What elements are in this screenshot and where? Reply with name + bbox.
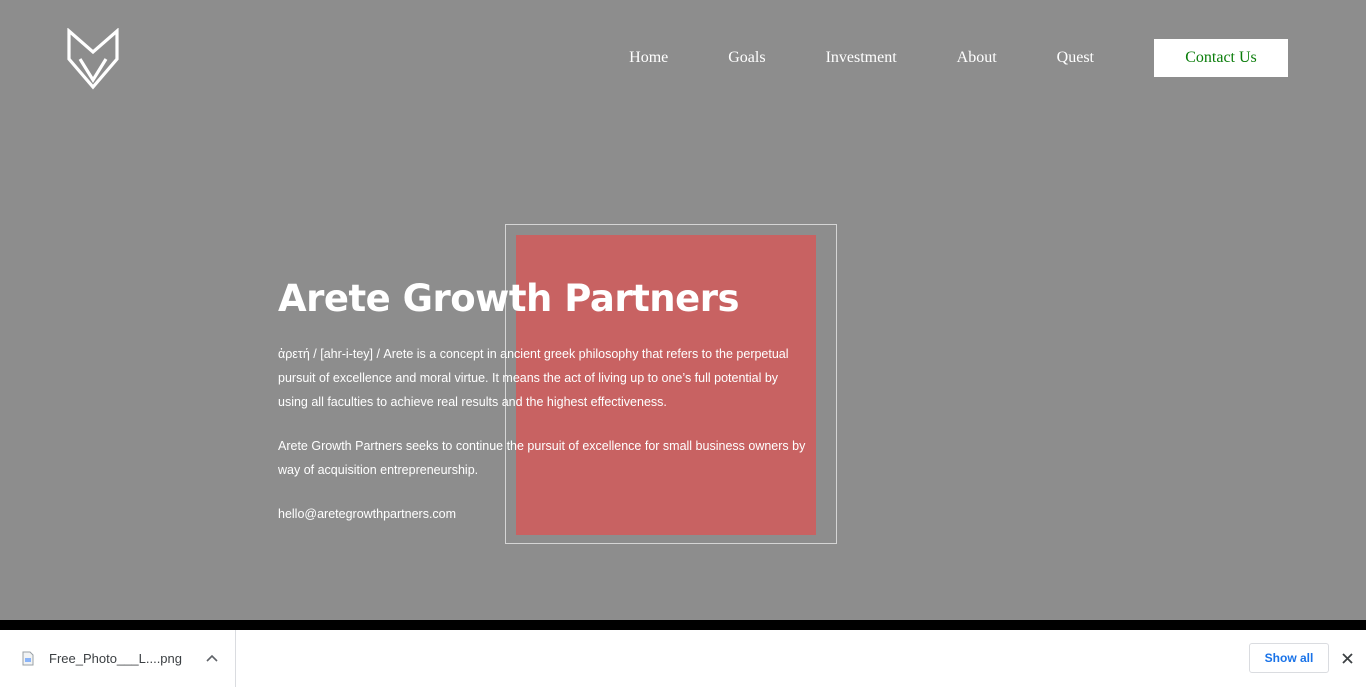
nav-quest[interactable]: Quest xyxy=(1057,39,1094,77)
nav-investment[interactable]: Investment xyxy=(826,39,897,77)
page: Home Goals Investment About Quest Contac… xyxy=(0,0,1366,687)
contact-us-button[interactable]: Contact Us xyxy=(1154,39,1288,77)
close-icon[interactable] xyxy=(1341,652,1354,665)
show-all-button[interactable]: Show all xyxy=(1249,643,1329,673)
contact-email[interactable]: hello@aretegrowthpartners.com xyxy=(278,502,808,526)
page-bottom-bar xyxy=(0,620,1366,630)
hero-section: Arete Growth Partners ἀρετή / [ahr-i-tey… xyxy=(278,276,808,526)
nav-about[interactable]: About xyxy=(957,39,997,77)
nav-goals[interactable]: Goals xyxy=(728,39,765,77)
main-nav: Home Goals Investment About Quest Contac… xyxy=(629,39,1288,77)
download-file-name: Free_Photo___L....png xyxy=(49,651,182,666)
image-file-icon xyxy=(22,651,34,666)
download-item[interactable]: Free_Photo___L....png xyxy=(0,630,236,687)
nav-home[interactable]: Home xyxy=(629,39,668,77)
fox-logo-icon[interactable] xyxy=(66,28,120,90)
hero-title: Arete Growth Partners xyxy=(278,277,740,320)
download-shelf: Free_Photo___L....png Show all xyxy=(0,630,1366,687)
chevron-up-icon[interactable] xyxy=(206,653,218,663)
hero-definition: ἀρετή / [ahr-i-tey] / Arete is a concept… xyxy=(278,347,789,409)
hero-mission: Arete Growth Partners seeks to continue … xyxy=(278,439,806,477)
